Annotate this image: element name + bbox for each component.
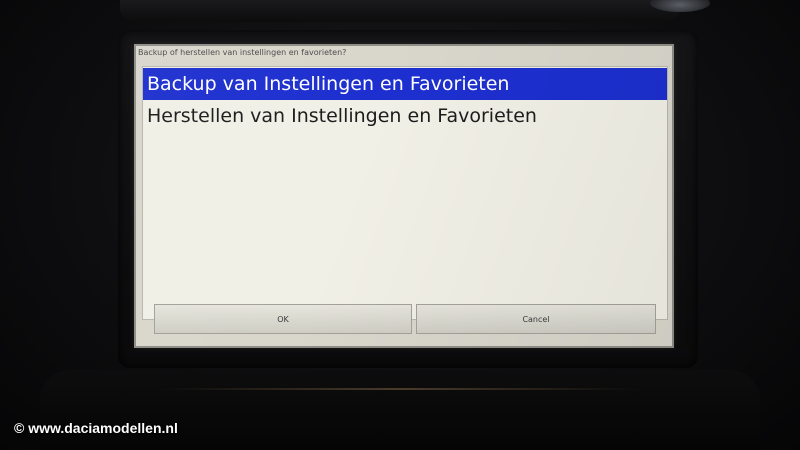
option-list: Backup van Instellingen en Favorieten He…: [142, 66, 668, 320]
list-item-label: Backup van Instellingen en Favorieten: [147, 73, 510, 95]
cancel-button[interactable]: Cancel: [416, 304, 656, 334]
watermark-text: © www.daciamodellen.nl: [14, 420, 178, 436]
ambient-light-strip: [160, 388, 640, 390]
photo-background: Backup of herstellen van instellingen en…: [0, 0, 800, 450]
dashboard-top-bezel: [120, 0, 680, 22]
list-item-restore[interactable]: Herstellen van Instellingen en Favoriete…: [143, 100, 667, 132]
ok-button[interactable]: OK: [154, 304, 412, 334]
dashboard-lower-console: [40, 370, 760, 450]
list-item-label: Herstellen van Instellingen en Favoriete…: [147, 105, 537, 127]
infotainment-screen: Backup of herstellen van instellingen en…: [134, 44, 674, 348]
dialog-title: Backup of herstellen van instellingen en…: [138, 48, 347, 57]
dialog-button-bar: OK Cancel: [154, 304, 656, 338]
list-item-backup[interactable]: Backup van Instellingen en Favorieten: [143, 68, 667, 100]
